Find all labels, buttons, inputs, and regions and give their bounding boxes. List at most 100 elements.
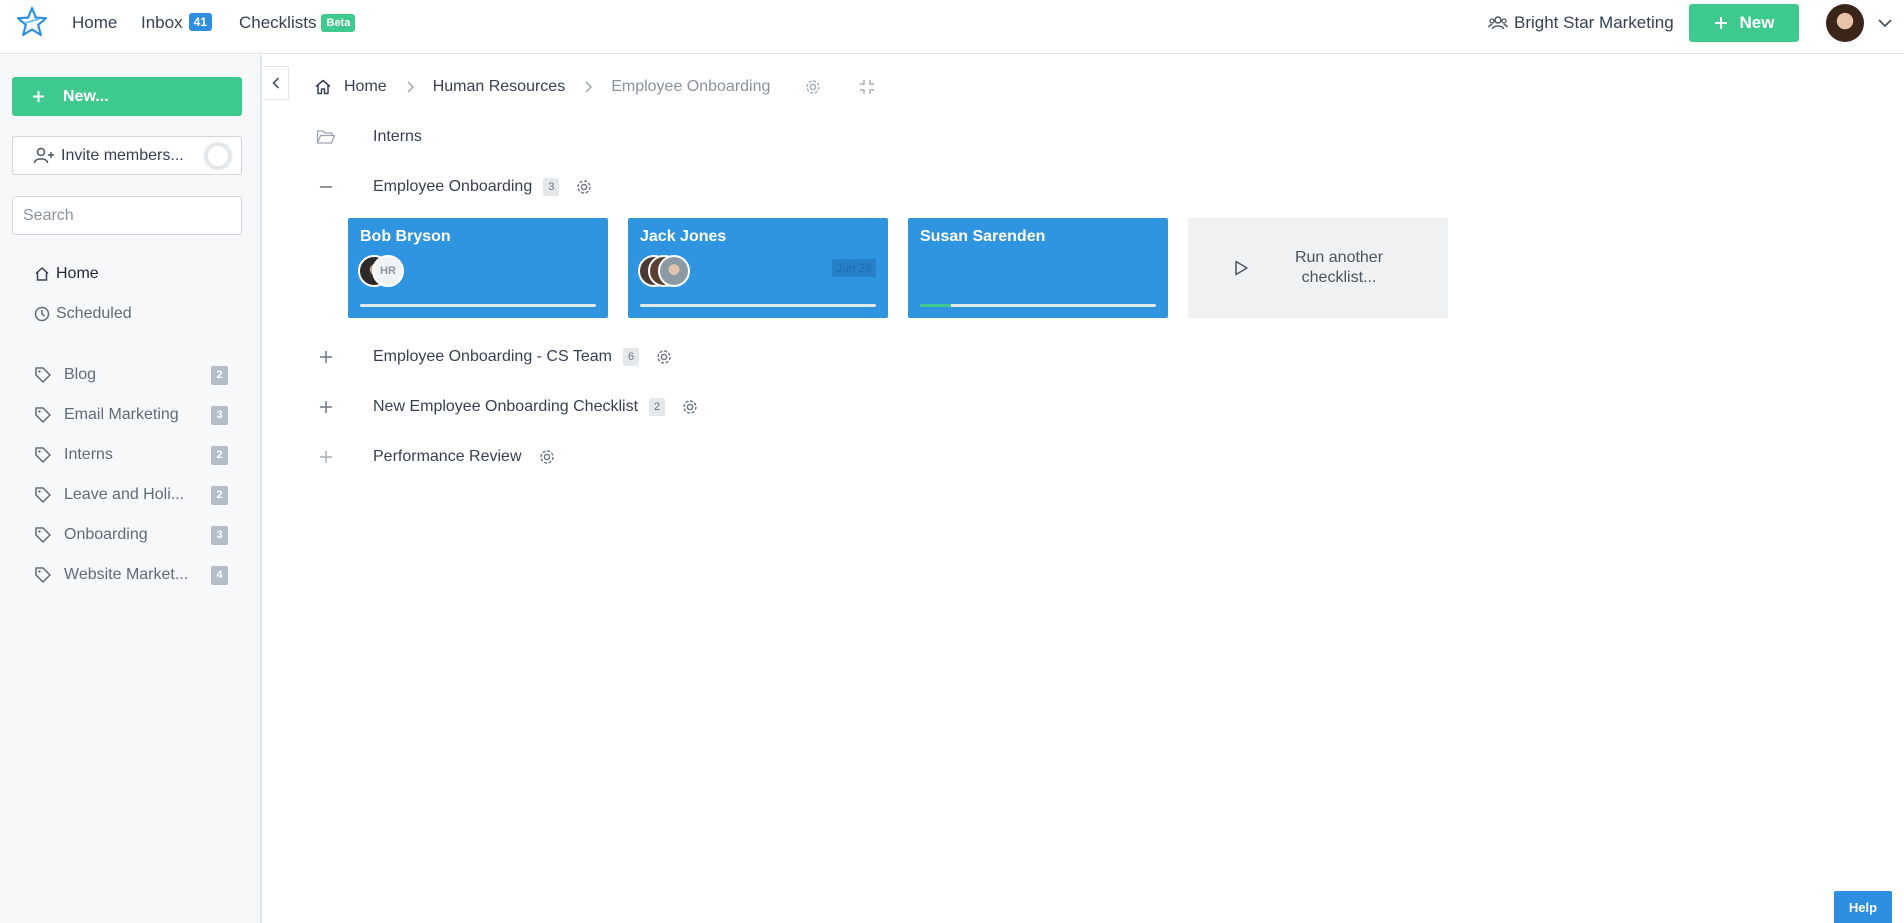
- template-count: 6: [622, 348, 640, 366]
- sidebar-tag-email-marketing[interactable]: Email Marketing 3: [34, 403, 230, 427]
- template-row-new-employee-onboarding-checklist[interactable]: New Employee Onboarding Checklist 2: [316, 398, 699, 416]
- search-input[interactable]: [12, 196, 242, 235]
- organization-name: Bright Star Marketing: [1514, 13, 1674, 32]
- sidebar-tag-website-marketing[interactable]: Website Market... 4: [34, 563, 230, 587]
- inbox-count-badge: 41: [188, 13, 212, 31]
- sidebar-tag-label: Email Marketing: [64, 406, 179, 423]
- tag-icon: [35, 367, 51, 383]
- nav-checklists-label: Checklists: [239, 13, 317, 32]
- beta-badge: Beta: [321, 14, 356, 32]
- gear-icon[interactable]: [575, 178, 593, 196]
- template-row-employee-onboarding-cs-team[interactable]: Employee Onboarding - CS Team 6: [316, 348, 673, 366]
- sidebar-tag-leave-and-holidays[interactable]: Leave and Holi... 2: [34, 483, 230, 507]
- run-another-checklist-button[interactable]: Run another checklist...: [1188, 218, 1448, 318]
- sidebar-new-button[interactable]: New...: [12, 77, 242, 116]
- gear-icon[interactable]: [804, 78, 822, 96]
- breadcrumb-employee-onboarding: Employee Onboarding: [611, 78, 771, 95]
- chevron-down-icon[interactable]: [1876, 14, 1894, 32]
- breadcrumb-home[interactable]: Home: [344, 78, 387, 96]
- sidebar-tag-label: Leave and Holi...: [64, 486, 185, 503]
- plus-icon[interactable]: [316, 399, 336, 415]
- invite-members-button[interactable]: Invite members...: [12, 136, 242, 175]
- assignee-avatar-hr: HR: [372, 255, 404, 287]
- home-icon: [315, 79, 331, 95]
- organization-switcher[interactable]: Bright Star Marketing: [1488, 13, 1674, 33]
- tag-icon: [35, 447, 51, 463]
- sidebar-tag-label: Onboarding: [64, 526, 148, 543]
- invite-members-label: Invite members...: [61, 146, 184, 164]
- help-button[interactable]: Help: [1834, 891, 1892, 923]
- progress-bar: [920, 304, 1156, 307]
- sidebar-tag-count: 3: [211, 525, 228, 545]
- minus-icon[interactable]: [316, 179, 336, 195]
- tag-icon: [35, 527, 51, 543]
- nav-home[interactable]: Home: [72, 13, 117, 33]
- star-logo-icon[interactable]: [16, 6, 48, 38]
- home-icon: [35, 267, 49, 281]
- users-icon: [1488, 16, 1508, 30]
- progress-bar: [360, 304, 596, 307]
- due-date-badge: Jun 29: [831, 259, 876, 277]
- plus-icon[interactable]: [316, 449, 336, 465]
- new-button-label: New: [1739, 13, 1775, 32]
- sidebar-item-scheduled[interactable]: Scheduled: [34, 302, 132, 326]
- template-row-performance-review[interactable]: Performance Review: [316, 448, 556, 466]
- user-avatar[interactable]: [1826, 4, 1864, 42]
- plus-icon[interactable]: [316, 349, 336, 365]
- compress-icon[interactable]: [858, 78, 876, 96]
- checklist-name: Bob Bryson: [360, 228, 451, 245]
- template-label: Performance Review: [373, 448, 522, 465]
- new-button[interactable]: New: [1689, 4, 1799, 42]
- tag-icon: [35, 487, 51, 503]
- checklist-name: Jack Jones: [640, 228, 727, 245]
- breadcrumb: Home Human Resources Employee Onboarding: [314, 78, 876, 96]
- sidebar-tag-onboarding[interactable]: Onboarding 3: [34, 523, 230, 547]
- chevron-right-icon: [583, 80, 593, 94]
- sidebar-item-label: Scheduled: [56, 305, 132, 322]
- play-icon: [1232, 259, 1250, 277]
- sidebar-tag-count: 2: [211, 365, 228, 385]
- clock-icon: [34, 306, 50, 322]
- folder-row-interns[interactable]: Interns: [316, 128, 422, 146]
- sidebar-tag-label: Interns: [64, 446, 113, 463]
- user-plus-icon: [33, 147, 54, 163]
- nav-checklists[interactable]: Checklists Beta: [239, 13, 356, 33]
- plus-icon: [1714, 17, 1727, 29]
- template-row-employee-onboarding[interactable]: Employee Onboarding 3: [316, 178, 593, 196]
- sidebar-tag-count: 2: [211, 445, 228, 465]
- collapse-sidebar-button[interactable]: [263, 66, 289, 100]
- template-label: Employee Onboarding: [373, 178, 533, 195]
- template-count: 3: [543, 178, 560, 196]
- gear-icon[interactable]: [655, 348, 673, 366]
- breadcrumb-human-resources[interactable]: Human Resources: [433, 78, 566, 96]
- folder-label: Interns: [373, 128, 422, 145]
- tag-icon: [35, 567, 51, 583]
- nav-inbox-label: Inbox: [141, 13, 183, 32]
- sidebar-item-label: Home: [56, 265, 99, 282]
- progress-bar-fill: [920, 304, 951, 307]
- nav-inbox[interactable]: Inbox 41: [141, 13, 212, 33]
- sidebar-tag-label: Blog: [64, 366, 97, 383]
- progress-bar: [640, 304, 876, 307]
- plus-icon: [33, 91, 44, 102]
- top-bar: Home Inbox 41 Checklists Beta Bright Star …: [0, 0, 1904, 54]
- gear-icon[interactable]: [681, 398, 699, 416]
- sidebar-tag-blog[interactable]: Blog 2: [34, 363, 230, 387]
- checklist-card-susan-sarenden[interactable]: Susan Sarenden: [908, 218, 1168, 318]
- checklist-card-jack-jones[interactable]: Jack Jones Jun 29: [628, 218, 888, 318]
- run-another-label: Run another checklist...: [1294, 249, 1384, 286]
- checklist-name: Susan Sarenden: [920, 228, 1046, 245]
- sidebar-item-home[interactable]: Home: [34, 262, 99, 286]
- chevron-left-icon: [271, 77, 279, 89]
- gear-icon[interactable]: [538, 448, 556, 466]
- template-count: 2: [649, 398, 666, 416]
- template-label: Employee Onboarding - CS Team: [373, 348, 612, 365]
- sidebar-tag-count: 2: [211, 485, 228, 505]
- sidebar: New... Invite members... Home Scheduled …: [0, 55, 262, 923]
- folder-open-icon: [316, 129, 336, 145]
- tag-icon: [35, 407, 51, 423]
- checklist-card-bob-bryson[interactable]: Bob Bryson HR: [348, 218, 608, 318]
- assignee-avatar: [658, 255, 690, 287]
- sidebar-tag-count: 3: [211, 405, 228, 425]
- sidebar-tag-interns[interactable]: Interns 2: [34, 443, 230, 467]
